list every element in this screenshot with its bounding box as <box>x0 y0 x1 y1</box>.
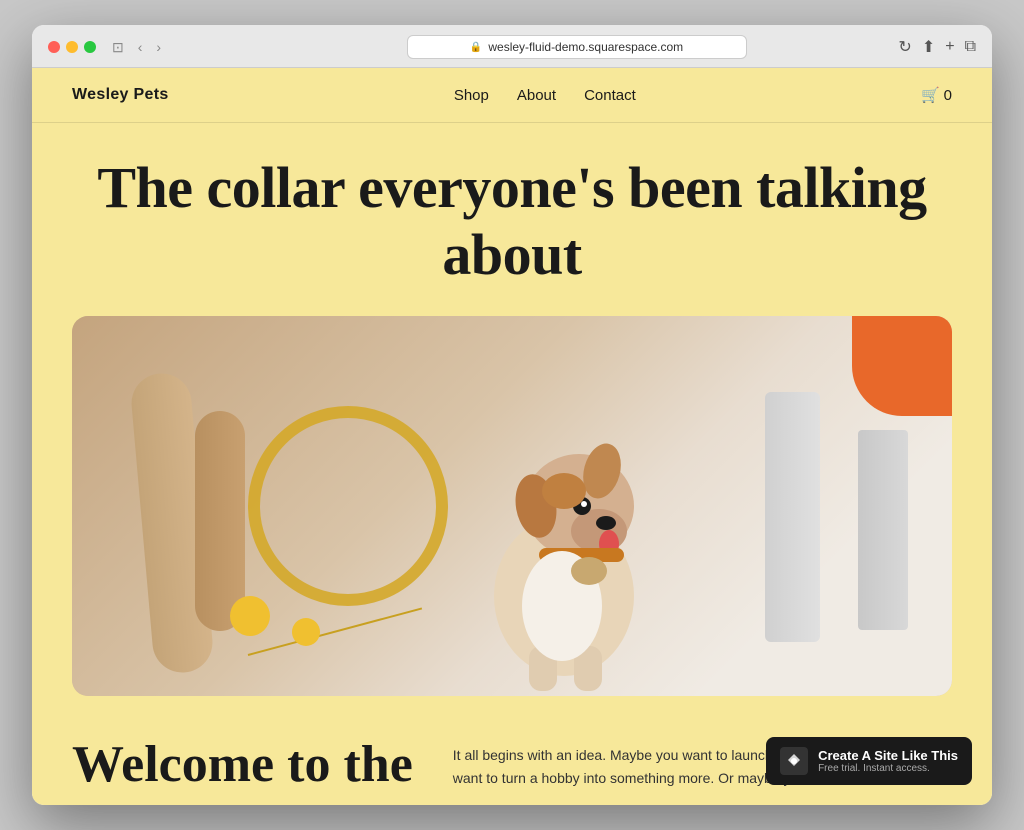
hero-title: The collar everyone's been talking about <box>32 123 992 316</box>
url-text: wesley-fluid-demo.squarespace.com <box>488 40 683 54</box>
squarespace-badge-text: Create A Site Like This Free trial. Inst… <box>818 748 958 774</box>
traffic-lights <box>48 41 96 53</box>
forward-button[interactable]: › <box>152 37 165 57</box>
cart-symbol: 🛒 <box>921 86 940 104</box>
lock-icon: 🔒 <box>470 42 482 53</box>
badge-title: Create A Site Like This <box>818 748 958 763</box>
squarespace-badge[interactable]: Create A Site Like This Free trial. Inst… <box>766 737 972 785</box>
prop-board-2 <box>858 430 908 630</box>
maximize-button[interactable] <box>84 41 96 53</box>
address-bar[interactable]: 🔒 wesley-fluid-demo.squarespace.com <box>407 35 747 59</box>
nav-links: Shop About Contact <box>454 87 636 104</box>
back-button[interactable]: ‹ <box>134 37 147 57</box>
cart-icon[interactable]: 🛒 0 <box>921 86 952 104</box>
hero-image <box>72 316 952 696</box>
prop-board <box>765 392 820 642</box>
decorative-ball-2 <box>292 618 320 646</box>
orange-accent <box>852 316 952 416</box>
badge-subtitle: Free trial. Instant access. <box>818 763 958 774</box>
site-nav: Wesley Pets Shop About Contact 🛒 0 <box>32 68 992 123</box>
new-tab-button[interactable]: + <box>945 38 954 56</box>
nav-link-shop[interactable]: Shop <box>454 87 489 104</box>
nav-link-about[interactable]: About <box>517 87 556 104</box>
duplicate-button[interactable]: ⧉ <box>965 38 976 56</box>
welcome-title: Welcome to the <box>72 736 413 793</box>
nav-link-contact[interactable]: Contact <box>584 87 636 104</box>
cart-count: 0 <box>944 87 952 104</box>
browser-chrome: ⊡ ‹ › 🔒 wesley-fluid-demo.squarespace.co… <box>32 25 992 68</box>
close-button[interactable] <box>48 41 60 53</box>
share-button[interactable]: ⬆ <box>922 37 935 57</box>
hero-scene <box>72 316 952 696</box>
decorative-hoop <box>248 406 448 606</box>
prop-tube-2 <box>195 411 245 631</box>
refresh-button[interactable]: ↻ <box>898 37 911 57</box>
site-content: Wesley Pets Shop About Contact 🛒 0 The c… <box>32 68 992 805</box>
squarespace-icon <box>780 747 808 775</box>
window-icon[interactable]: ⊡ <box>108 37 128 58</box>
string-line <box>248 608 422 657</box>
site-logo: Wesley Pets <box>72 86 169 104</box>
browser-controls: ⊡ ‹ › <box>108 37 165 58</box>
browser-window: ⊡ ‹ › 🔒 wesley-fluid-demo.squarespace.co… <box>32 25 992 805</box>
decorative-ball-1 <box>230 596 270 636</box>
minimize-button[interactable] <box>66 41 78 53</box>
dog-illustration <box>434 376 694 696</box>
browser-actions: ↻ ⬆ + ⧉ <box>898 37 976 57</box>
